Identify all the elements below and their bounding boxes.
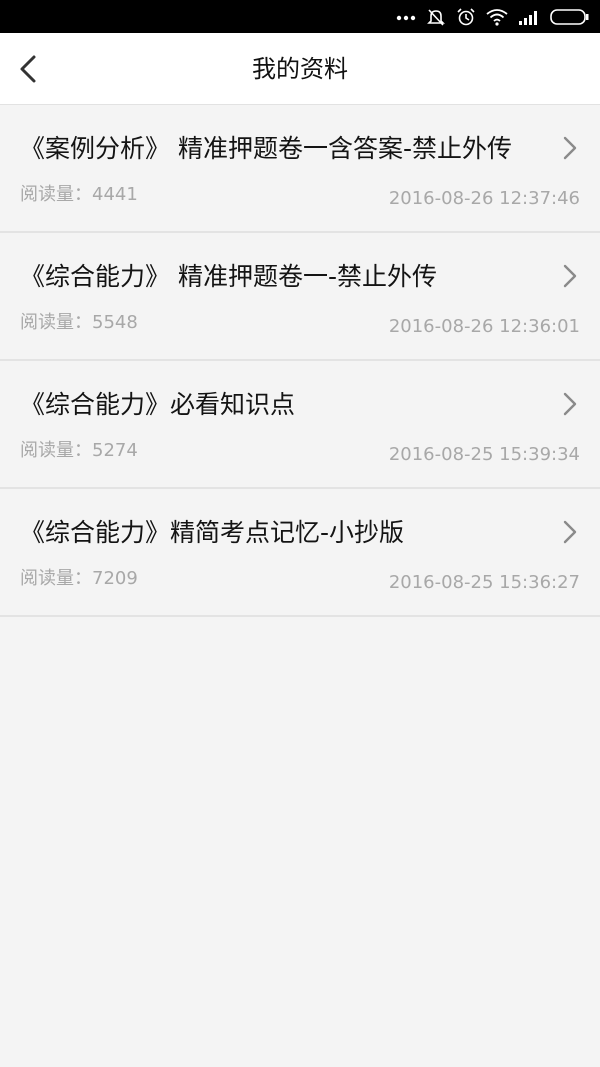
page-title: 我的资料 <box>252 55 348 83</box>
item-title: 《综合能力》必看知识点 <box>20 390 296 419</box>
item-date: 2016-08-25 15:39:34 <box>388 444 580 465</box>
read-count-label: 阅读量： <box>20 440 92 461</box>
item-title: 《综合能力》 精准押题卷一-禁止外传 <box>20 262 437 291</box>
read-count-label: 阅读量： <box>20 312 92 333</box>
chevron-right-icon <box>563 264 577 288</box>
list-item[interactable]: 《案例分析》 精准押题卷一含答案-禁止外传 阅读量：4441 2016-08-2… <box>0 105 600 233</box>
battery-icon <box>550 8 589 25</box>
read-count: 阅读量：5274 <box>20 439 138 463</box>
list-item[interactable]: 《综合能力》 精准押题卷一-禁止外传 阅读量：5548 2016-08-26 1… <box>0 233 600 361</box>
header: 我的资料 <box>0 33 600 105</box>
read-count-value: 5274 <box>92 440 138 461</box>
chevron-right-icon <box>563 520 577 544</box>
read-count: 阅读量：7209 <box>20 567 138 591</box>
item-date: 2016-08-26 12:36:01 <box>388 316 580 337</box>
chevron-right-icon <box>563 136 577 160</box>
signal-icon <box>519 10 537 25</box>
alarm-icon <box>457 7 475 25</box>
read-count: 阅读量：4441 <box>20 183 138 207</box>
list-item[interactable]: 《综合能力》精简考点记忆-小抄版 阅读量：7209 2016-08-25 15:… <box>0 489 600 617</box>
wifi-icon <box>486 8 508 26</box>
read-count-value: 4441 <box>92 184 138 205</box>
status-bar <box>0 0 600 33</box>
read-count-label: 阅读量： <box>20 184 92 205</box>
read-count-value: 7209 <box>92 568 138 589</box>
chevron-right-icon <box>563 392 577 416</box>
more-dots-icon <box>396 15 416 20</box>
read-count-value: 5548 <box>92 312 138 333</box>
item-title: 《案例分析》 精准押题卷一含答案-禁止外传 <box>20 134 512 163</box>
document-list: 《案例分析》 精准押题卷一含答案-禁止外传 阅读量：4441 2016-08-2… <box>0 105 600 617</box>
notifications-off-icon <box>427 8 445 26</box>
read-count-label: 阅读量： <box>20 568 92 589</box>
list-item[interactable]: 《综合能力》必看知识点 阅读量：5274 2016-08-25 15:39:34 <box>0 361 600 489</box>
item-title: 《综合能力》精简考点记忆-小抄版 <box>20 518 405 547</box>
read-count: 阅读量：5548 <box>20 311 138 335</box>
item-date: 2016-08-25 15:36:27 <box>388 572 580 593</box>
item-date: 2016-08-26 12:37:46 <box>388 188 580 209</box>
